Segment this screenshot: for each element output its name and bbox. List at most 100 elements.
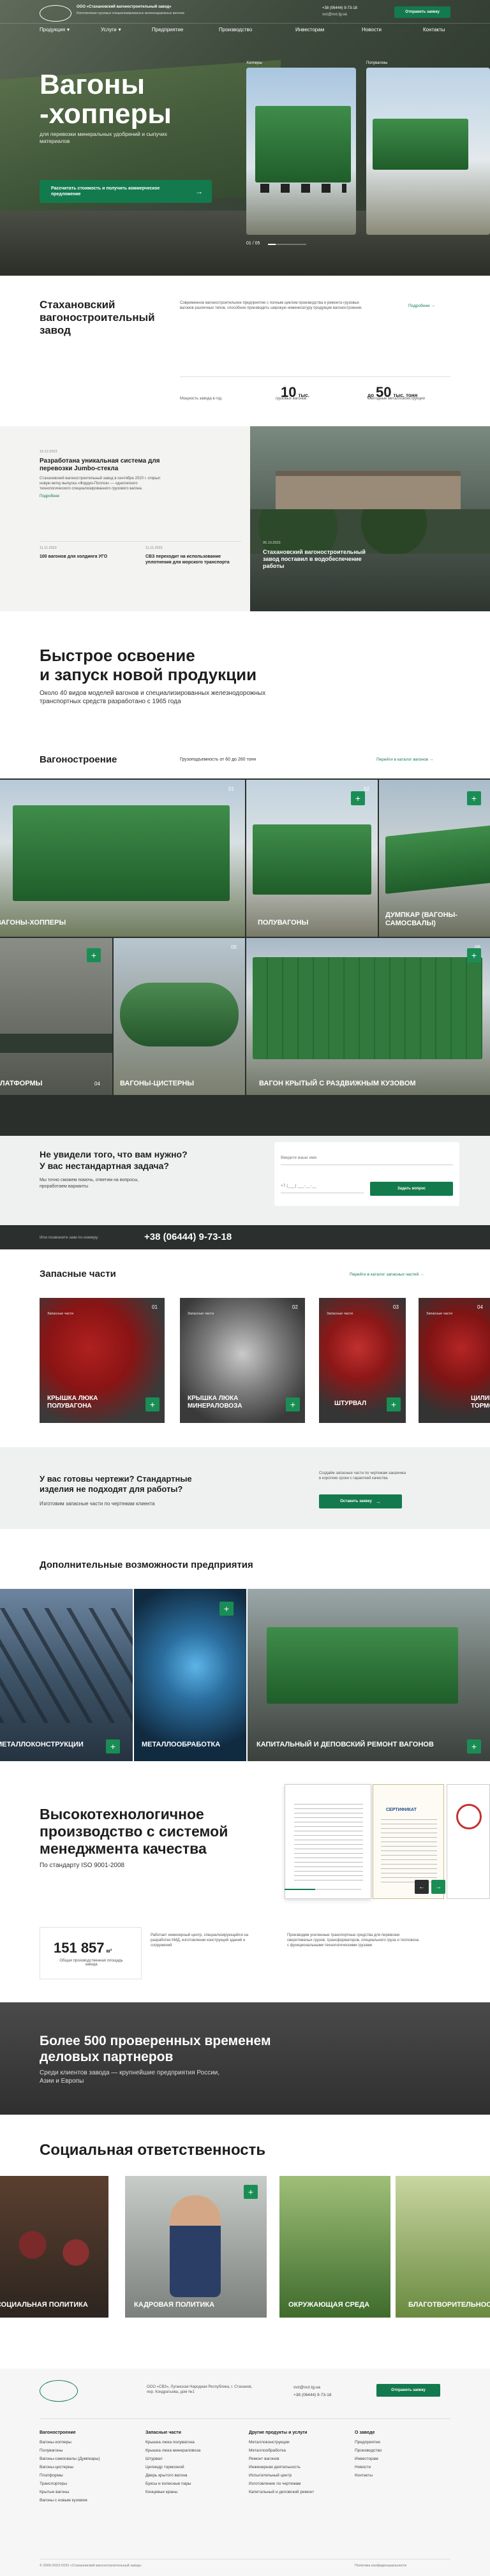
news-title: Стахановский вагоностроительный завод по… [263, 549, 366, 569]
logo[interactable] [40, 5, 71, 22]
header-phone[interactable]: +38 (06444) 9-73-18 [322, 6, 357, 10]
next-arrow-icon[interactable]: → [431, 1880, 445, 1894]
tile-label: Кадровая политика [134, 2301, 215, 2309]
certificate-title: СЕРТИФИКАТ [386, 1808, 417, 1812]
hero-card-gondolas[interactable] [366, 68, 490, 235]
capability-tile-repair[interactable]: Капитальный и деповский ремонт вагонов + [248, 1589, 490, 1761]
drawings-text: Изготовим запасные части по чертежам кли… [40, 1501, 155, 1507]
plus-icon[interactable]: + [467, 948, 481, 962]
footer-col-wagons: Вагоностроение Вагоны-хопперы Полувагоны… [40, 2431, 100, 2503]
plus-icon[interactable]: + [145, 1397, 160, 1411]
steel-beams [0, 1608, 133, 1723]
part-tile-3[interactable]: 03 Запасные части Штурвал + [319, 1298, 406, 1423]
quality-title: Высокотехнологичное производство с систе… [40, 1806, 228, 1857]
footer-policy-link[interactable]: Политика конфиденциальности [355, 2564, 406, 2568]
news-date: 11.11.2023 [40, 546, 57, 550]
tile-number: 05 [231, 944, 237, 950]
name-input[interactable] [281, 1151, 453, 1165]
header-email[interactable]: svz@svz.lg.ua [322, 13, 347, 17]
news-item-3[interactable]: 11.11.2023 СВЗ переходит на использовани… [145, 546, 235, 565]
news-item-1[interactable]: 19.12.2023 Разработана уникальная систем… [40, 450, 167, 498]
factory-building [276, 471, 461, 509]
covered-wagon-image [253, 957, 482, 1059]
plus-icon[interactable]: + [87, 948, 101, 962]
plus-icon[interactable]: + [387, 1397, 401, 1411]
part-tile-4[interactable]: 04 Запасные части Цилиндр тормозной [419, 1298, 490, 1423]
product-tile-tanks[interactable]: 05 Вагоны-цистерны [114, 938, 245, 1095]
phone-input[interactable] [281, 1179, 364, 1193]
tile-category: Запасные части [188, 1312, 214, 1316]
part-tile-1[interactable]: 01 Запасные части Крышка люка полувагона… [40, 1298, 165, 1423]
news-item-2[interactable]: 11.11.2023 100 вагонов для холдинга УГО [40, 546, 129, 560]
header-cta-button[interactable]: Отправить заявку [394, 6, 450, 18]
certificate-lines [381, 1819, 437, 1883]
plus-icon[interactable]: + [467, 791, 481, 805]
news-date: 11.11.2023 [145, 546, 163, 550]
nav-news[interactable]: Новости [362, 27, 382, 33]
product-tile-covered-wagon[interactable]: 06 Вагон крытый с раздвижным кузовом [246, 938, 490, 1095]
partners-text: Среди клиентов завода — крупнейшие предп… [40, 2069, 220, 2085]
product-tile-hoppers[interactable]: 01 Вагоны-хопперы [0, 780, 245, 937]
nav-products[interactable]: Продукция ▾ [40, 27, 70, 33]
plus-icon[interactable]: + [351, 791, 365, 805]
nav-investors[interactable]: Инвесторам [295, 27, 324, 33]
phone-strip-number[interactable]: +38 (06444) 9-73-18 [144, 1232, 232, 1242]
certificate-1[interactable] [285, 1784, 371, 1899]
hero-calc-button[interactable]: Рассчитать стоимость и получить коммерче… [40, 180, 212, 203]
tile-label: Металлообработка [142, 1741, 221, 1748]
capability-tile-metal-structures[interactable]: Металлоконструкции + [0, 1589, 133, 1761]
footer-request-button[interactable]: Отправить заявку [376, 2384, 440, 2397]
partners-title: Более 500 проверенных временем деловых п… [40, 2034, 271, 2064]
news-item-4[interactable]: 05.10.2023 Стахановский вагоностроительн… [263, 541, 371, 570]
nav-services[interactable]: Услуги ▾ [101, 27, 121, 33]
slider-dots [285, 1889, 361, 1890]
tile-label: Полувагоны [258, 919, 309, 927]
plus-icon[interactable]: + [219, 1602, 234, 1616]
products-catalog-link[interactable]: Перейти в каталог вагонов → [376, 757, 433, 762]
fast-text: Около 40 видов моделей вагонов и специал… [40, 690, 266, 705]
part-tile-2[interactable]: 02 Запасные части Крышка люка минералово… [180, 1298, 305, 1423]
request-text: Мы точно сможем помочь, ответим на вопро… [40, 1178, 139, 1189]
news-photo-factory[interactable] [250, 426, 490, 611]
plus-icon[interactable]: + [106, 1739, 120, 1753]
tile-label: Платформы [0, 1080, 43, 1087]
hero-card-gondolas-label: Полувагоны [366, 61, 388, 65]
footer-col-about: О заводе Предприятие Производство Инвест… [355, 2431, 382, 2478]
plus-icon[interactable]: + [244, 2185, 258, 2199]
about-link[interactable]: Подробнее → [408, 304, 435, 308]
social-tile-environment[interactable]: Окружающая среда [279, 2176, 390, 2318]
hero-subtitle: для перевозки минеральных удобрений и сы… [40, 131, 167, 145]
social-tile-policy[interactable]: Социальная политика [0, 2176, 108, 2318]
parts-title: Запасные части [40, 1269, 116, 1279]
footer-logo[interactable] [40, 2380, 78, 2402]
company-name: ООО «Стахановский вагоностроительный зав… [77, 5, 172, 9]
tile-number: 03 [393, 1304, 399, 1310]
news-title: 100 вагонов для холдинга УГО [40, 555, 108, 559]
dumpcar-image [385, 825, 490, 894]
stat1-prefix: Мощность завода в год [180, 397, 222, 401]
nav-production[interactable]: Производство [219, 27, 252, 33]
plus-icon[interactable]: + [286, 1397, 300, 1411]
arrow-right-icon: → [429, 757, 434, 762]
hero-card-hoppers[interactable] [246, 68, 356, 235]
leave-request-button[interactable]: Оставить заявку → [319, 1494, 402, 1508]
nav-enterprise[interactable]: Предприятие [152, 27, 183, 33]
news-link[interactable]: Подробнее [40, 495, 167, 498]
ask-question-button[interactable]: Задать вопрос [370, 1182, 453, 1196]
tile-label: Вагон крытый с раздвижным кузовом [259, 1080, 416, 1087]
tile-category: Запасные части [327, 1312, 353, 1316]
nav-contacts[interactable]: Контакты [423, 27, 445, 33]
plus-icon[interactable]: + [467, 1739, 481, 1753]
social-tile-hr[interactable]: Кадровая политика + [125, 2176, 267, 2318]
parts-catalog-link[interactable]: Перейти в каталог запасных частей → [350, 1272, 424, 1277]
footer-email[interactable]: svz@svz.lg.ua [293, 2385, 320, 2390]
certificate-3[interactable] [447, 1784, 490, 1899]
arrow-right-icon: → [419, 1272, 424, 1277]
red-stamp-icon [456, 1804, 482, 1829]
tile-label: Вагоны-хопперы [0, 919, 66, 927]
tile-label: Цилиндр тормозной [471, 1395, 490, 1410]
capability-tile-metalworking[interactable]: Металлообработка + [134, 1589, 246, 1761]
prev-arrow-icon[interactable]: ← [415, 1880, 429, 1894]
social-tile-charity[interactable]: Благотворительность [396, 2176, 490, 2318]
footer-phone[interactable]: +38 (06444) 9-73-18 [293, 2393, 331, 2397]
